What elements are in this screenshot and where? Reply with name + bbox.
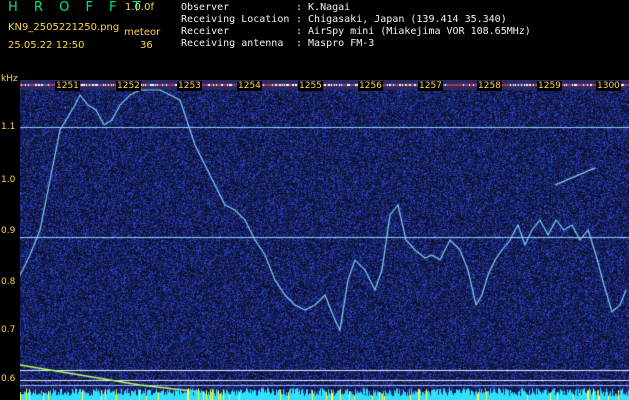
version-label: 1.0.0f xyxy=(125,2,154,13)
x-tick-label: 1254 xyxy=(237,81,262,91)
y-axis-unit: kHz xyxy=(1,74,18,84)
x-tick-label: 1257 xyxy=(418,81,443,91)
receiver-value: : AirSpy mini (Miakejima VOR 108.65MHz) xyxy=(296,26,531,37)
y-tick-label: 1.1 xyxy=(1,122,16,132)
location-key: Receiving Location xyxy=(181,14,290,25)
file-name: KN9_2505221250.png xyxy=(8,22,120,33)
observer-value: : K.Nagai xyxy=(296,2,351,13)
receiver-key: Receiver xyxy=(181,26,230,37)
antenna-value: : Maspro FM-3 xyxy=(296,38,375,49)
x-tick-label: 1259 xyxy=(537,81,562,91)
observer-key: Observer xyxy=(181,2,230,13)
x-tick-label: 1256 xyxy=(358,81,383,91)
x-tick-label: 1251 xyxy=(55,81,80,91)
x-tick-label: 1255 xyxy=(298,81,323,91)
date-time: 25.05.22 12:50 xyxy=(8,40,85,51)
meteor-label: meteor xyxy=(124,27,161,38)
antenna-key: Receiving antenna xyxy=(181,38,284,49)
x-tick-label: 1253 xyxy=(177,81,202,91)
y-tick-label: 0.8 xyxy=(1,277,16,287)
y-tick-label: 0.7 xyxy=(1,325,16,335)
x-tick-label: 1300 xyxy=(596,81,621,91)
y-tick-label: 1.0 xyxy=(1,175,16,185)
x-tick-label: 1252 xyxy=(116,81,141,91)
spectrogram-canvas xyxy=(20,80,629,400)
y-tick-label: 0.9 xyxy=(1,226,16,236)
x-tick-label: 1258 xyxy=(477,81,502,91)
location-value: : Chigasaki, Japan (139.414 35.340) xyxy=(296,14,507,25)
meteor-count: 36 xyxy=(140,40,153,51)
y-tick-label: 0.6 xyxy=(1,374,16,384)
